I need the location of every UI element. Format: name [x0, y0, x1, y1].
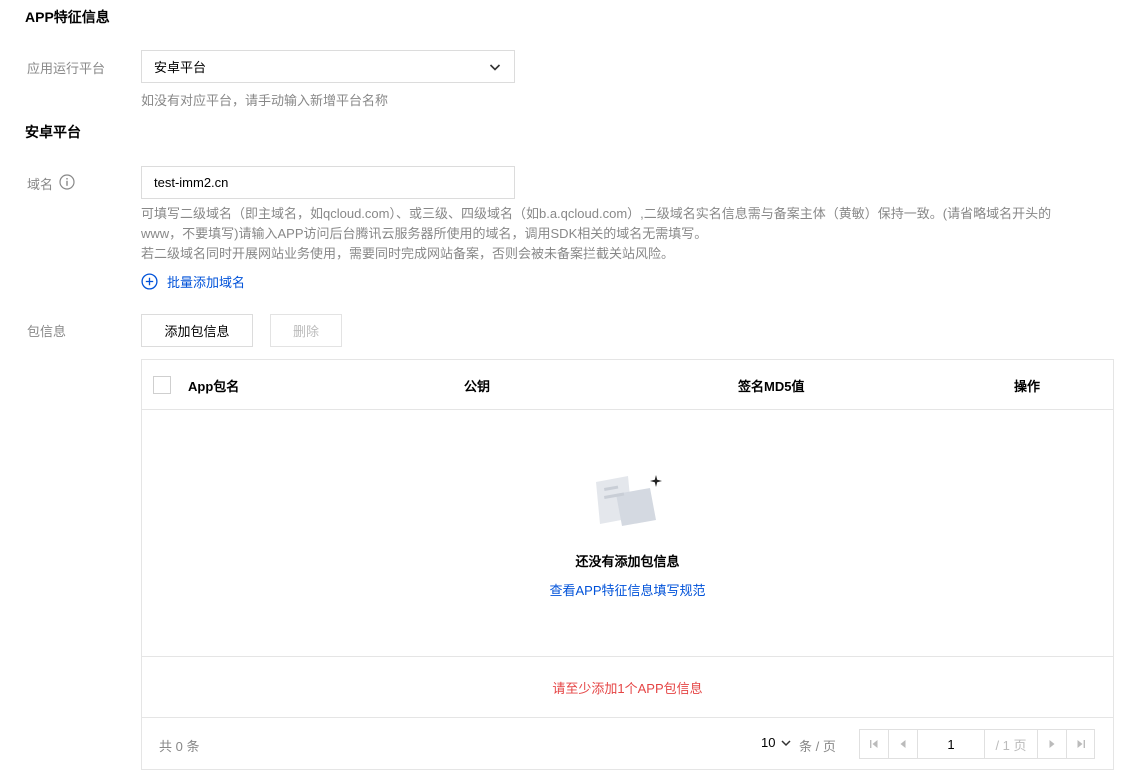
- first-page-icon: [870, 740, 878, 748]
- column-header-app-package: App包名: [188, 379, 240, 394]
- empty-state-title: 还没有添加包信息: [575, 554, 680, 569]
- batch-add-domain-link[interactable]: 批量添加域名: [141, 272, 245, 291]
- package-label: 包信息: [27, 324, 67, 339]
- next-page-button[interactable]: [1038, 730, 1066, 758]
- domain-desc-line: www，不要填写)请输入APP访问后台腾讯云服务器所使用的域名，调用SDK相关的…: [141, 226, 708, 241]
- prev-page-icon: [900, 740, 906, 748]
- total-pages: / 1 页: [995, 737, 1027, 753]
- view-spec-link[interactable]: 查看APP特征信息填写规范: [142, 580, 1113, 599]
- package-table: App包名 公钥 签名MD5值 操作 还没有添加包信息 查看APP特征信息填写规…: [141, 359, 1114, 770]
- domain-desc-line: 可填写二级域名（即主域名，如qcloud.com）、或三级、四级域名（如b.a.…: [141, 206, 1052, 221]
- domain-description: 可填写二级域名（即主域名，如qcloud.com）、或三级、四级域名（如b.a.…: [141, 204, 1091, 264]
- page-size-select[interactable]: 10: [761, 735, 792, 750]
- page-size-unit: 条 / 页: [799, 739, 836, 754]
- section-title-android: 安卓平台: [25, 124, 81, 140]
- domain-label: 域名: [27, 177, 54, 192]
- next-page-icon: [1049, 740, 1055, 748]
- first-page-button[interactable]: [860, 730, 888, 758]
- column-header-public-key: 公钥: [464, 379, 491, 394]
- select-all-checkbox[interactable]: [153, 376, 171, 394]
- last-page-button[interactable]: [1067, 730, 1095, 758]
- prev-page-button[interactable]: [889, 730, 917, 758]
- platform-select[interactable]: 安卓平台: [141, 50, 515, 83]
- total-count: 共 0 条: [159, 739, 200, 754]
- add-package-button[interactable]: 添加包信息: [141, 314, 253, 347]
- platform-select-value: 安卓平台: [154, 60, 207, 75]
- page-size-value: 10: [761, 735, 776, 750]
- delete-button[interactable]: 删除: [270, 314, 342, 347]
- domain-desc-line: 若二级域名同时开展网站业务使用，需要同时完成网站备案，否则会被未备案拦截关站风险…: [141, 246, 675, 261]
- column-header-signature-md5: 签名MD5值: [738, 379, 805, 394]
- batch-add-domain-label: 批量添加域名: [167, 275, 246, 290]
- table-header: App包名 公钥 签名MD5值 操作: [142, 360, 1113, 410]
- current-page-input[interactable]: 1: [918, 730, 984, 758]
- platform-hint: 如没有对应平台，请手动输入新增平台名称: [141, 93, 389, 108]
- chevron-down-icon: [489, 64, 501, 71]
- domain-input[interactable]: test-imm2.cn: [141, 166, 515, 199]
- column-header-actions: 操作: [1014, 379, 1041, 394]
- pagination-controls: 1 / 1 页: [859, 729, 1095, 759]
- chevron-down-icon: [781, 739, 791, 746]
- domain-input-value: test-imm2.cn: [154, 175, 229, 190]
- last-page-icon: [1077, 740, 1085, 748]
- sparkle-icon: [650, 475, 662, 487]
- platform-label: 应用运行平台: [27, 61, 106, 76]
- plus-circle-icon: [141, 273, 158, 290]
- section-title-app-features: APP特征信息: [25, 9, 110, 25]
- info-circle-icon[interactable]: [59, 174, 75, 190]
- package-warning: 请至少添加1个APP包信息: [142, 656, 1113, 718]
